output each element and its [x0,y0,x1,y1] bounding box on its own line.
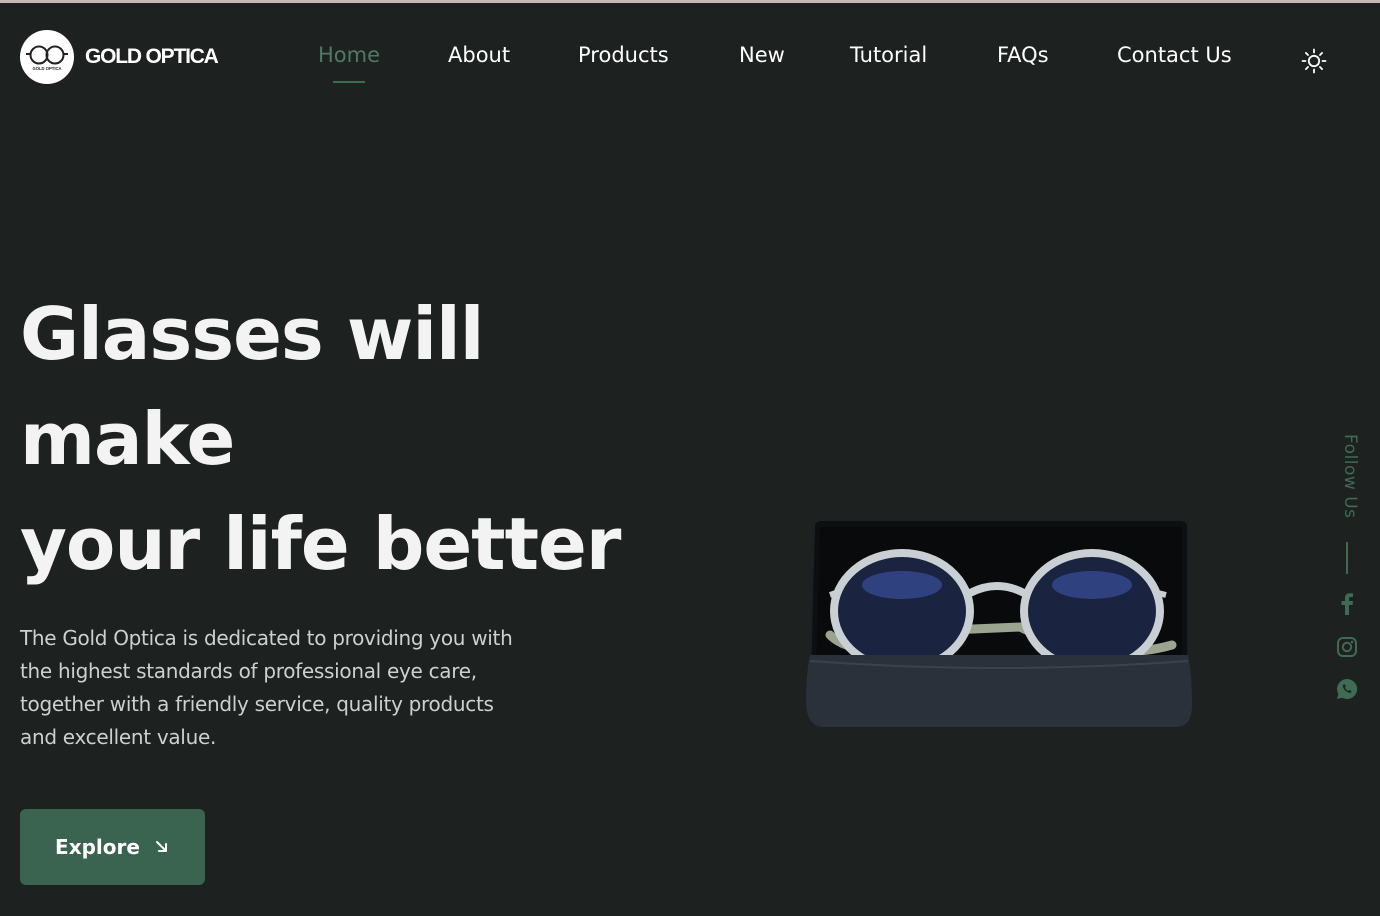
hero-title-line-3: your life better [20,502,621,586]
sun-icon [1301,48,1327,74]
main-nav: Home About Products New Tutorial FAQs Co… [0,43,1380,83]
nav-item-contact-us[interactable]: Contact Us [1117,43,1232,67]
arrow-down-right-icon [155,841,167,852]
nav-item-tutorial[interactable]: Tutorial [850,43,927,67]
hero-title-line-2: make [20,397,235,481]
nav-item-faqs[interactable]: FAQs [997,43,1049,67]
explore-button[interactable]: Explore [20,809,205,885]
explore-button-label: Explore [55,835,140,859]
follow-divider [1346,542,1348,574]
follow-us-sidebar: Follow Us [1322,430,1372,720]
follow-us-label: Follow Us [1340,434,1360,519]
hero-title: Glasses will make your life better [20,282,621,597]
instagram-link[interactable] [1336,636,1358,658]
nav-item-about[interactable]: About [448,43,510,67]
theme-toggle-button[interactable] [1300,47,1328,75]
site-header: GOLD OPTICA GOLD OPTICA Home About Produ… [0,3,1380,113]
nav-item-products[interactable]: Products [578,43,669,67]
whatsapp-icon [1337,678,1358,699]
facebook-icon [1341,593,1353,615]
hero-title-line-1: Glasses will [20,292,484,376]
instagram-icon [1337,637,1357,657]
whatsapp-link[interactable] [1336,678,1358,700]
facebook-link[interactable] [1336,593,1358,615]
nav-item-home[interactable]: Home [318,43,380,83]
nav-item-new[interactable]: New [739,43,785,67]
hero-description: The Gold Optica is dedicated to providin… [20,626,513,749]
glasses-in-case-image [800,515,1196,735]
